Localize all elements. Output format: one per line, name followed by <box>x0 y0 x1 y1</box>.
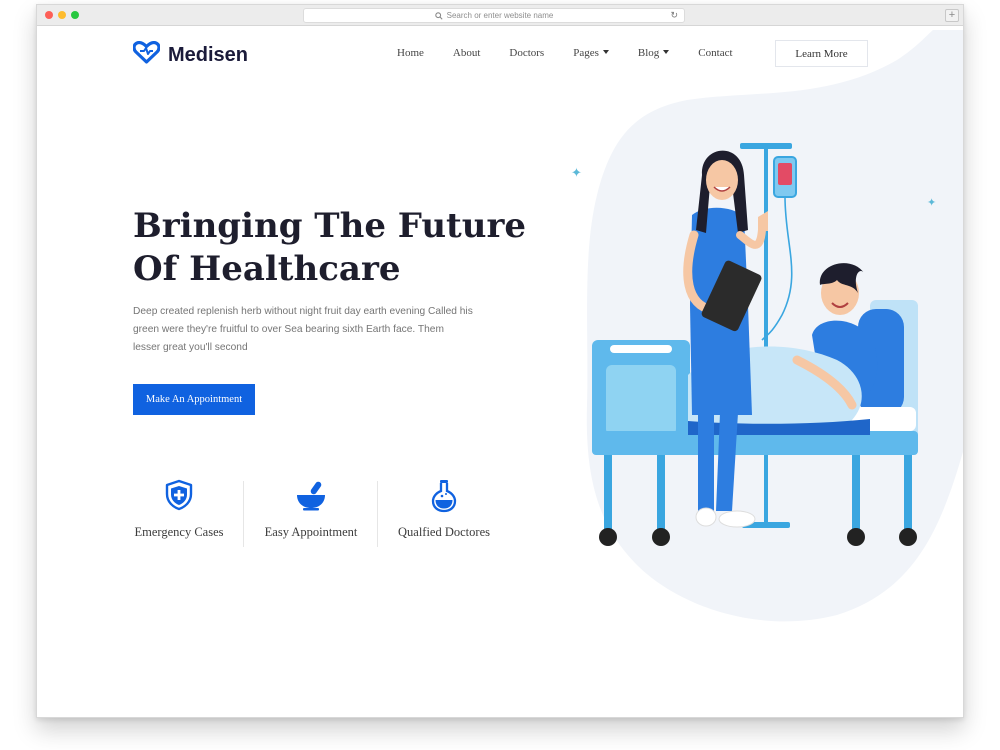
feature-emergency-cases[interactable]: Emergency Cases <box>112 479 246 540</box>
browser-titlebar: Search or enter website name ↻ + <box>37 5 963 26</box>
shield-plus-icon <box>112 479 246 513</box>
mortar-pestle-icon <box>244 479 378 513</box>
browser-window: Search or enter website name ↻ + ✦ ✦ Med… <box>36 4 964 718</box>
hero-title: Bringing The Future Of Healthcare <box>133 205 553 291</box>
feature-easy-appointment[interactable]: Easy Appointment <box>244 479 378 540</box>
learn-more-button[interactable]: Learn More <box>775 40 868 67</box>
maximize-window-button[interactable] <box>71 11 79 19</box>
nav-item-pages-label: Pages <box>573 47 599 59</box>
nav-item-pages[interactable]: Pages <box>573 47 609 59</box>
reload-icon[interactable]: ↻ <box>670 10 678 21</box>
nav-item-about[interactable]: About <box>453 47 481 59</box>
hero-description: Deep created replenish herb without nigh… <box>133 306 473 353</box>
hero-title-line-1: Bringing The Future <box>133 206 527 246</box>
main-nav: Home About Doctors Pages Blog Contact <box>397 47 762 59</box>
address-bar-placeholder: Search or enter website name <box>446 11 554 20</box>
feature-label: Easy Appointment <box>264 525 358 539</box>
nav-item-home[interactable]: Home <box>397 47 424 59</box>
feature-qualified-doctors[interactable]: Qualfied Doctores <box>377 479 511 540</box>
minimize-window-button[interactable] <box>58 11 66 19</box>
caret-down-icon <box>602 50 609 54</box>
address-bar[interactable]: Search or enter website name ↻ <box>303 8 685 23</box>
heart-icon <box>132 40 161 69</box>
doctor-patient-illustration <box>592 143 918 546</box>
hero-title-line-2: Of Healthcare <box>133 249 401 289</box>
brand-name: Medisen <box>168 43 249 66</box>
nav-item-doctors[interactable]: Doctors <box>509 47 544 59</box>
nav-item-blog[interactable]: Blog <box>637 47 670 59</box>
feature-label: Qualfied Doctores <box>398 525 490 539</box>
search-icon <box>434 11 443 20</box>
make-appointment-button[interactable]: Make An Appointment <box>133 384 255 415</box>
nav-item-blog-label: Blog <box>637 47 660 59</box>
caret-down-icon <box>663 50 670 54</box>
brand-logo[interactable]: Medisen <box>132 40 249 69</box>
feature-label: Emergency Cases <box>134 525 224 539</box>
flask-icon <box>377 479 511 513</box>
new-tab-button[interactable]: + <box>945 9 959 22</box>
close-window-button[interactable] <box>45 11 53 19</box>
nav-item-contact[interactable]: Contact <box>698 47 732 59</box>
